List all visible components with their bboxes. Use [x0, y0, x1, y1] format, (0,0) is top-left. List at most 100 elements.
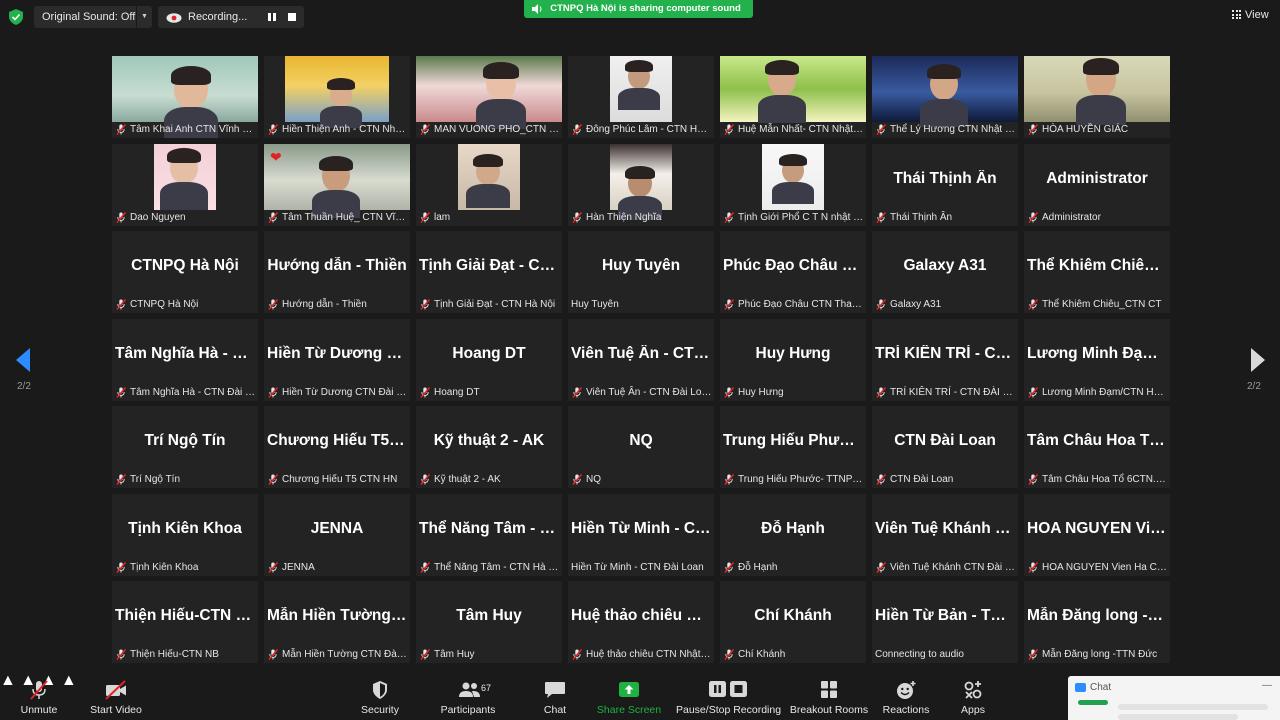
participant-label: Hoang DT: [434, 386, 480, 398]
participant-tile[interactable]: Viên Tuệ Khánh CTN Đài Loan Viên Tuệ Khán…: [872, 493, 1018, 576]
participant-label: Tịnh Giới Phổ C T N nhật bản: [738, 211, 866, 223]
participant-tile[interactable]: Đỗ Hạnh Đỗ Hạnh: [720, 493, 866, 576]
page-indicator-left: 2/2: [17, 381, 31, 392]
apps-icon: [964, 681, 982, 699]
participant-label: Hiền Từ Dương CTN Đài Loan: [282, 386, 410, 398]
chevron-down-icon[interactable]: ▼: [136, 6, 152, 28]
participant-tile[interactable]: Phúc Đạo Châu CTN Thanh Hóa Phúc Đạo Châu…: [720, 231, 866, 313]
participant-tile[interactable]: Hiền Thiện Anh - CTN Nhật Bản: [264, 56, 410, 138]
participant-tile[interactable]: Tịnh Kiên Khoa Tịnh Kiên Khoa: [112, 493, 258, 576]
participant-name: Viên Tuệ Khánh CTN Đài Loan: [875, 519, 1018, 537]
participant-tile[interactable]: Đông Phúc Lâm - CTN Hà Nội: [568, 56, 714, 138]
participant-tile[interactable]: HÒA HUYỀN GIÁC: [1024, 56, 1170, 138]
participant-label: Hiền Thiện Anh - CTN Nhật Bản: [282, 124, 410, 135]
participant-tile[interactable]: Thiện Hiếu-CTN NB Thiện Hiếu-CTN NB: [112, 581, 258, 663]
participant-tile[interactable]: Hiền Từ Minh - CTN Đài Loan Hiền Từ Minh …: [568, 493, 714, 576]
original-sound-button[interactable]: Original Sound: Off ▼: [34, 6, 152, 28]
participant-tile[interactable]: Hàn Thiện Nghĩa: [568, 143, 714, 226]
participant-tile[interactable]: HOA NGUYEN Vien Ha CTN HOA NGUYEN Vien Ha…: [1024, 493, 1170, 576]
participant-tile[interactable]: MAN VUONG PHO_CTN Hà Nội: [416, 56, 562, 138]
participant-label: Kỹ thuật 2 - AK: [434, 474, 501, 485]
unmute-button[interactable]: Unmute: [10, 672, 68, 720]
pause-icon[interactable]: [268, 13, 276, 21]
participant-tile[interactable]: Dao Nguyen: [112, 143, 258, 226]
shield-icon[interactable]: [9, 9, 23, 25]
participant-tile[interactable]: Tâm Huy Tâm Huy: [416, 581, 562, 663]
participant-tile[interactable]: Huệ Mẫn Nhất- CTN Nhật Bản: [720, 56, 866, 138]
participant-tile[interactable]: Kỹ thuật 2 - AK Kỹ thuật 2 - AK: [416, 406, 562, 488]
participant-tile[interactable]: Viên Tuệ Ân - CTN Đài Loan Viên Tuệ Ân - …: [568, 318, 714, 401]
participants-button[interactable]: 67 Participants: [436, 672, 500, 720]
participant-tile[interactable]: Lương Minh Đạm/CTN HN Lương Minh Đạm/CTN …: [1024, 318, 1170, 401]
participant-hair: [327, 78, 355, 91]
participant-name: NQ: [629, 432, 653, 449]
participant-tile[interactable]: CTN Đài Loan CTN Đài Loan: [872, 406, 1018, 488]
participant-body: [1076, 95, 1126, 125]
participant-tile[interactable]: Tâm Châu Hoa Tổ 6CTN.HN Tâm Châu Hoa Tổ 6…: [1024, 406, 1170, 488]
participant-tile[interactable]: Huy Hưng Huy Hưng: [720, 318, 866, 401]
participant-tile[interactable]: Chí Khánh Chí Khánh: [720, 581, 866, 663]
participant-tile[interactable]: Trí Ngộ Tín Trí Ngộ Tín: [112, 406, 258, 488]
participant-tile[interactable]: Galaxy A31 Galaxy A31: [872, 231, 1018, 313]
participant-name: Hoang DT: [452, 344, 526, 362]
reactions-label: Reactions: [882, 704, 930, 716]
participant-label: Thể Khiêm Chiêu_CTN CT: [1042, 299, 1162, 310]
share-screen-label: Share Screen: [596, 704, 662, 716]
chat-label: Chat: [543, 704, 567, 716]
chat-icon: [1075, 683, 1086, 692]
participant-tile[interactable]: lam: [416, 143, 562, 226]
close-icon[interactable]: —: [1262, 680, 1272, 691]
previous-page-arrow-icon[interactable]: [14, 346, 34, 374]
security-button[interactable]: Security: [350, 672, 410, 720]
participant-tile[interactable]: Administrator Administrator: [1024, 143, 1170, 226]
next-page-arrow-icon[interactable]: [1247, 346, 1267, 374]
participant-label: HÒA HUYỀN GIÁC: [1042, 124, 1129, 135]
participant-label: Huệ Mẫn Nhất- CTN Nhật Bản: [738, 124, 866, 135]
view-button[interactable]: View: [1232, 9, 1269, 21]
participant-tile[interactable]: Thể Khiêm Chiêu_CTN CT Thể Khiêm Chiêu_CT…: [1024, 231, 1170, 313]
participant-hair: [765, 60, 799, 76]
participant-tile[interactable]: JENNA JENNA: [264, 493, 410, 576]
participant-hair: [319, 155, 353, 171]
participant-tile[interactable]: Thể Lý Hương CTN Nhật Bản: [872, 56, 1018, 138]
participant-tile[interactable]: Chương Hiếu T5 CTN HN Chương Hiếu T5 CTN …: [264, 406, 410, 488]
share-screen-button[interactable]: Share Screen: [596, 672, 662, 720]
participant-tile[interactable]: Thể Năng Tâm - CTN Hà Nội Thể Năng Tâm - …: [416, 493, 562, 576]
participant-tile[interactable]: Tâm Khai Anh CTN Vĩnh Phúc: [112, 56, 258, 138]
participant-tile[interactable]: Mẫn Đăng long -TTN Đức Mẫn Đăng long -TTN…: [1024, 581, 1170, 663]
stop-icon[interactable]: [288, 13, 296, 21]
chat-panel-preview[interactable]: Chat —: [1068, 676, 1280, 720]
apps-button[interactable]: Apps: [950, 672, 996, 720]
chat-bubble-icon: [545, 682, 565, 698]
participant-name: Hiền Từ Bản - TTN Đài Loan: [875, 607, 1018, 624]
participant-tile[interactable]: Tịnh Giới Phổ C T N nhật bản: [720, 143, 866, 226]
pause-stop-recording-button[interactable]: Pause/Stop Recording: [676, 672, 781, 720]
participant-tile[interactable]: NQ NQ: [568, 406, 714, 488]
participant-tile[interactable]: CTNPQ Hà Nội CTNPQ Hà Nội: [112, 231, 258, 313]
participant-tile[interactable]: Huy Tuyên Huy Tuyên: [568, 231, 714, 313]
participant-tile[interactable]: Trung Hiếu Phước- TTNP Đài Loan Trung Hiế…: [720, 406, 866, 488]
participant-tile[interactable]: Hiền Từ Bản - TTN Đài Loan Connecting to …: [872, 581, 1018, 663]
participant-tile[interactable]: Hoang DT Hoang DT: [416, 318, 562, 401]
reactions-button[interactable]: Reactions: [878, 672, 934, 720]
breakout-rooms-button[interactable]: Breakout Rooms: [788, 672, 870, 720]
recording-indicator: Recording...: [158, 6, 304, 28]
participant-name: Kỹ thuật 2 - AK: [433, 432, 545, 449]
video-feed: [610, 143, 672, 220]
participant-tile[interactable]: Tâm Nghĩa Hà - CTN Đài Loan Tâm Nghĩa Hà …: [112, 318, 258, 401]
participant-name: Thể Khiêm Chiêu_CTN CT: [1027, 257, 1170, 274]
participant-tile[interactable]: Hướng dẫn - Thiền Hướng dẫn - Thiền: [264, 231, 410, 313]
participant-hair: [625, 165, 655, 179]
chat-button[interactable]: Chat: [530, 672, 580, 720]
participant-tile[interactable]: Mẫn Hiền Tường CTN Đài Loan Mẫn Hiền Tườn…: [264, 581, 410, 663]
start-video-button[interactable]: Start Video: [84, 672, 148, 720]
participant-tile[interactable]: TRÍ KIÊN TRÍ - CTN ĐÀI LOAN TRÍ KIÊN TRÍ …: [872, 318, 1018, 401]
participant-tile[interactable]: Tịnh Giải Đạt - CTN Hà Nội Tịnh Giải Đạt …: [416, 231, 562, 313]
chat-message-placeholder: [1118, 714, 1238, 720]
participant-tile[interactable]: Thái Thịnh Ân Thái Thịnh Ân: [872, 143, 1018, 226]
participant-tile[interactable]: Hiền Từ Dương CTN Đài Loan Hiền Từ Dương …: [264, 318, 410, 401]
heart-reaction-icon: ❤: [270, 148, 282, 165]
participant-label: Huệ thảo chiêu CTN Nhật Bản: [586, 649, 714, 660]
participant-tile[interactable]: ❤ Tâm Thuần Huệ_ CTN Vĩnh Phúc: [264, 143, 410, 226]
participant-tile[interactable]: Huệ thảo chiêu CTN Nhật Bản Huệ thảo chiê…: [568, 581, 714, 663]
